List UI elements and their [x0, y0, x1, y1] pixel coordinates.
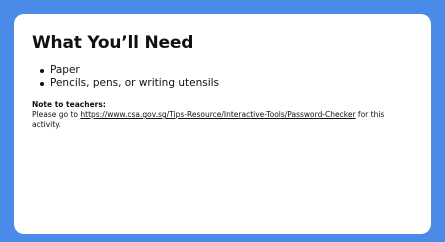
- list-item-label: Pencils, pens, or writing utensils: [50, 77, 220, 89]
- bullet-icon: [40, 81, 44, 86]
- list-item: Pencils, pens, or writing utensils: [40, 77, 413, 90]
- teacher-notes: Note to teachers: Please go to https://w…: [32, 100, 413, 130]
- bullet-icon: [40, 68, 44, 73]
- list-item-label: Paper: [50, 64, 80, 76]
- notes-body: Please go to https://www.csa.gov.sg/Tips…: [32, 110, 413, 130]
- materials-list: Paper Pencils, pens, or writing utensils: [32, 64, 413, 90]
- password-checker-link[interactable]: https://www.csa.gov.sg/Tips-Resource/Int…: [80, 110, 355, 119]
- list-item: Paper: [40, 64, 413, 77]
- notes-text-before-link: Please go to: [32, 110, 81, 119]
- slide-frame: What You’ll Need Paper Pencils, pens, or…: [0, 0, 445, 242]
- notes-heading: Note to teachers:: [32, 100, 106, 109]
- slide-card: What You’ll Need Paper Pencils, pens, or…: [14, 14, 431, 234]
- slide-title: What You’ll Need: [32, 33, 194, 53]
